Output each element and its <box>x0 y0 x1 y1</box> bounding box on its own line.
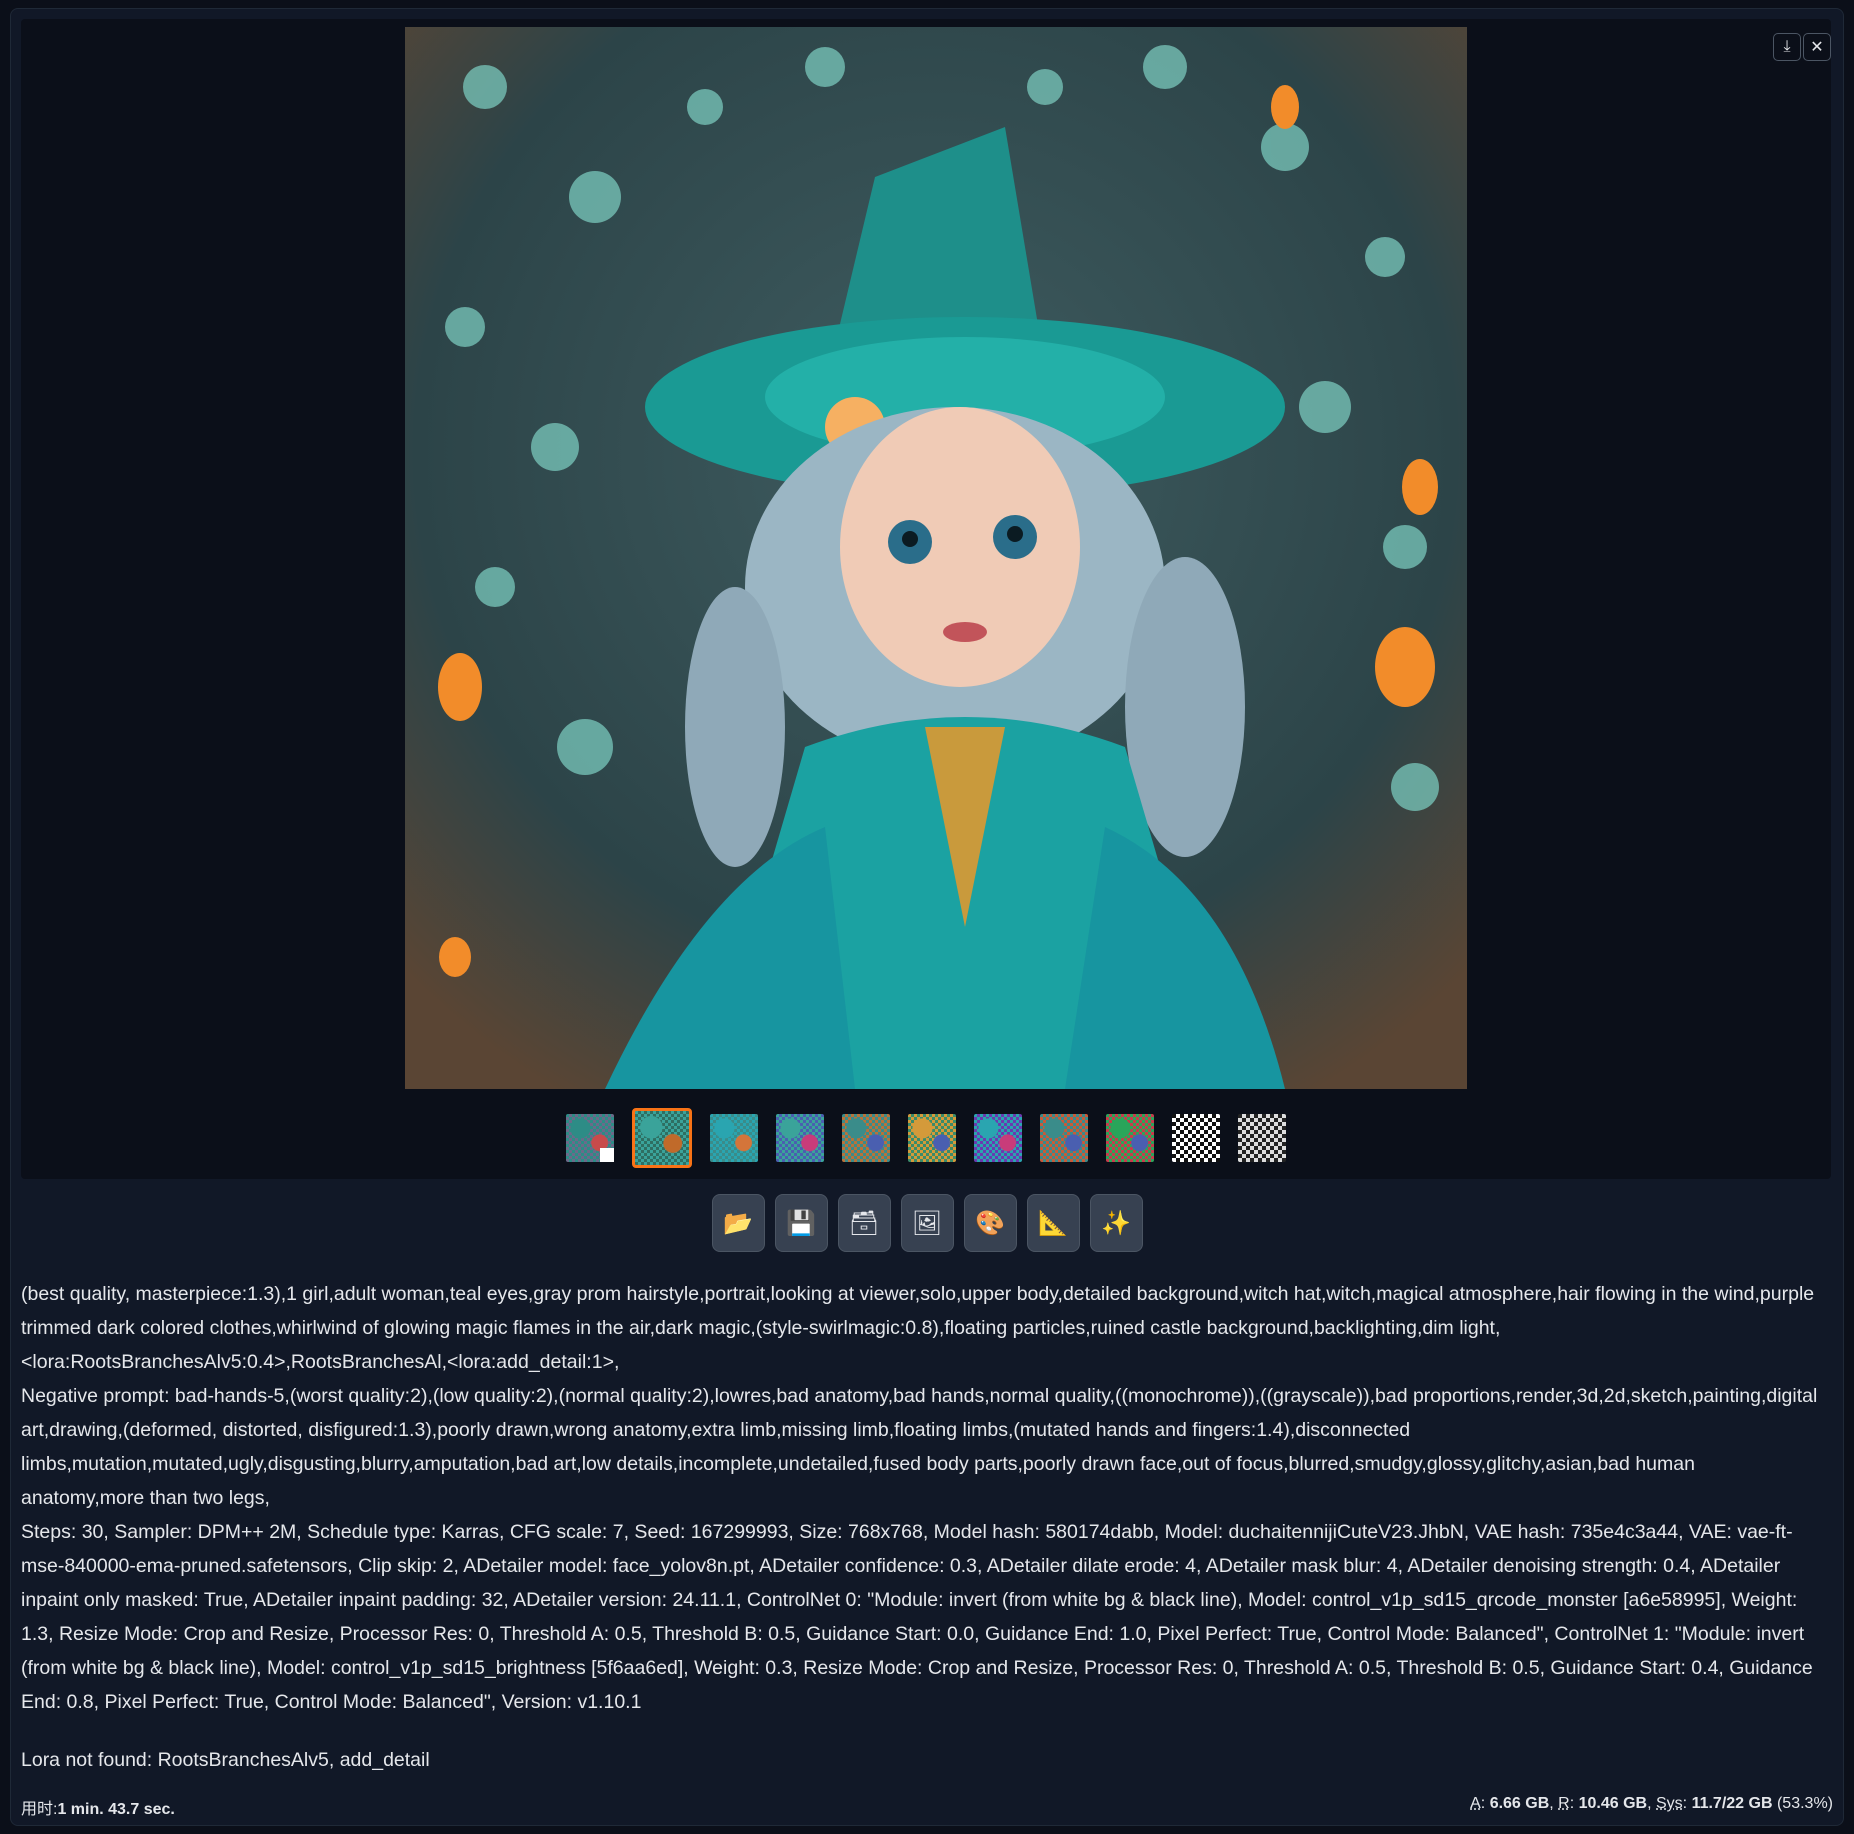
mem-a-label: A <box>1470 1795 1481 1812</box>
gallery-thumbnail[interactable] <box>1106 1114 1154 1162</box>
gallery-thumbnail[interactable] <box>1040 1114 1088 1162</box>
gallery-thumbnail[interactable] <box>632 1108 692 1168</box>
lora-warning: Lora not found: RootsBranchesAlv5, add_d… <box>21 1749 430 1771</box>
memory-info: A: 6.66 GB, R: 10.46 GB, Sys: 11.7/22 GB… <box>1470 1795 1833 1812</box>
gallery-thumbnail[interactable] <box>1172 1114 1220 1162</box>
upscale-button[interactable]: ✨ <box>1089 1194 1143 1252</box>
witch-girl-illustration <box>405 27 1467 1089</box>
generated-image[interactable] <box>405 27 1467 1089</box>
send-to-extras-button[interactable]: 📐 <box>1026 1194 1080 1252</box>
gallery-thumbnail[interactable] <box>842 1114 890 1162</box>
close-icon: ✕ <box>1810 39 1824 56</box>
gallery-thumbnail[interactable] <box>776 1114 824 1162</box>
send-to-img2img-button[interactable]: 🖼 <box>900 1194 954 1252</box>
close-button[interactable]: ✕ <box>1803 33 1831 61</box>
gallery-thumbnail[interactable] <box>1238 1114 1286 1162</box>
generation-info: (best quality, masterpiece:1.3),1 girl,a… <box>21 1283 1818 1713</box>
image-action-toolbar: 📂 💾 🗃 🖼 🎨 📐 ✨ <box>11 1194 1843 1252</box>
zip-button[interactable]: 🗃 <box>837 1194 891 1252</box>
timing-value: 1 min. 43.7 sec. <box>57 1801 175 1818</box>
output-panel: ⤓ ✕ 📂 💾 🗃 🖼 🎨 📐 ✨ (best quality, masterp… <box>10 8 1844 1826</box>
save-button[interactable]: 💾 <box>774 1194 828 1252</box>
gallery-thumbnail[interactable] <box>566 1114 614 1162</box>
gallery-thumbnail[interactable] <box>908 1114 956 1162</box>
mem-sys-value: 11.7/22 GB <box>1691 1795 1773 1812</box>
mem-r-label: R <box>1558 1795 1570 1812</box>
gallery-thumbnail[interactable] <box>974 1114 1022 1162</box>
open-folder-button[interactable]: 📂 <box>711 1194 765 1252</box>
download-button[interactable]: ⤓ <box>1773 33 1801 61</box>
timing-label: 用时: <box>21 1801 58 1818</box>
mem-sys-label: Sys <box>1656 1795 1683 1812</box>
image-gallery: ⤓ ✕ <box>21 19 1831 1179</box>
timing-info: 用时:1 min. 43.7 sec. <box>21 1795 175 1819</box>
mem-a-value: 6.66 GB <box>1489 1795 1550 1812</box>
download-icon: ⤓ <box>1783 38 1791 55</box>
gallery-thumbnail[interactable] <box>710 1114 758 1162</box>
send-to-inpaint-button[interactable]: 🎨 <box>963 1194 1017 1252</box>
mem-r-value: 10.46 GB <box>1578 1795 1648 1812</box>
mem-sys-percent: (53.3%) <box>1776 1795 1833 1812</box>
thumbnail-strip <box>21 1108 1831 1168</box>
